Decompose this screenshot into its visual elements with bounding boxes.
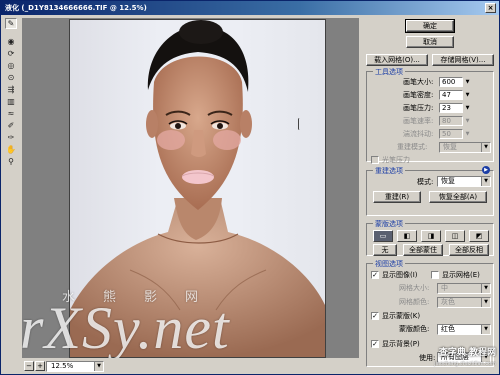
- forward-warp-icon[interactable]: ✎: [5, 18, 17, 29]
- brush-density-label: 画笔密度:: [403, 91, 434, 99]
- options-panel: 确定 取消 载入网格(O)... 存储网格(V)... 工具选项 画笔大小: 6…: [362, 18, 498, 374]
- zoom-in-button[interactable]: +: [35, 361, 45, 371]
- chevron-down-icon: ▼: [481, 353, 490, 362]
- bloat-icon[interactable]: ⊙: [5, 72, 17, 83]
- chevron-down-icon: ▼: [481, 325, 490, 334]
- mask-invert-icon[interactable]: ◩: [469, 230, 489, 242]
- panel-menu-icon[interactable]: ▶: [482, 166, 490, 174]
- cancel-button[interactable]: 取消: [406, 36, 454, 48]
- mask-replace-icon[interactable]: ▭: [373, 230, 393, 242]
- thaw-mask-icon[interactable]: ✑: [5, 132, 17, 143]
- group-title: 重建选项: [373, 167, 405, 175]
- reconstruct-icon[interactable]: ◉: [5, 36, 17, 47]
- chevron-down-icon[interactable]: ▼: [464, 90, 471, 100]
- mask-color-label: 蒙版颜色:: [399, 325, 430, 333]
- brush-pressure-label: 画笔压力:: [403, 104, 434, 112]
- group-title: 工具选项: [373, 68, 405, 76]
- show-backdrop-label: 显示背景(P): [382, 340, 420, 348]
- invert-all-button[interactable]: 全部反相: [449, 244, 489, 256]
- mask-intersect-icon[interactable]: ◫: [445, 230, 465, 242]
- select-value: 恢复: [441, 177, 455, 185]
- brush-rate-label: 画笔速率:: [403, 117, 434, 125]
- view-options-group: 视图选项 ✓ 显示图像(I) 显示网格(E) 网格大小: 中 ▼ 网格颜色: 灰色…: [366, 260, 494, 367]
- select-value: 恢复: [443, 143, 457, 151]
- window-title: 液化 (_D1Y8134666666.TIF @ 12.5%): [5, 4, 147, 12]
- tool-palette: ✎ ◉ ⟳ ◎ ⊙ ⇶ ▥ ≈ ✐ ✑ ✋ ⚲: [2, 16, 20, 356]
- brush-pressure-field[interactable]: 23: [439, 103, 463, 113]
- restore-all-button[interactable]: 恢复全部(A): [429, 191, 487, 203]
- mask-color-select[interactable]: 红色 ▼: [437, 324, 491, 335]
- select-value: 灰色: [441, 298, 455, 306]
- brush-size-field[interactable]: 600: [439, 77, 463, 87]
- zoom-level-select[interactable]: 12.5% ▼: [46, 361, 104, 372]
- hand-icon[interactable]: ✋: [5, 144, 17, 155]
- select-value: 红色: [441, 325, 455, 333]
- group-title: 视图选项: [373, 260, 405, 268]
- mesh-size-label: 网格大小:: [399, 284, 430, 292]
- turbulence-icon[interactable]: ≈: [5, 108, 17, 119]
- turbulent-jitter-field: 50: [439, 129, 463, 139]
- mode-select[interactable]: 恢复 ▼: [437, 176, 491, 187]
- mask-add-icon[interactable]: ◧: [397, 230, 417, 242]
- turbulent-jitter-label: 湍流抖动:: [403, 130, 434, 138]
- title-bar: 液化 (_D1Y8134666666.TIF @ 12.5%) ×: [1, 1, 499, 15]
- mask-none-button[interactable]: 无: [373, 244, 397, 256]
- show-mask-label: 显示蒙版(K): [382, 312, 421, 320]
- mesh-size-select: 中 ▼: [437, 283, 491, 294]
- show-image-label: 显示图像(I): [382, 271, 418, 279]
- push-left-icon[interactable]: ⇶: [5, 84, 17, 95]
- stylus-pressure-checkbox: [371, 156, 379, 164]
- chevron-down-icon: ▼: [94, 362, 103, 371]
- reconstruct-mode-select: 恢复 ▼: [439, 142, 491, 153]
- zoom-out-button[interactable]: −: [24, 361, 34, 371]
- zoom-icon[interactable]: ⚲: [5, 156, 17, 167]
- show-mesh-checkbox[interactable]: [431, 271, 439, 279]
- zoom-level-value: 12.5%: [51, 362, 74, 370]
- brush-rate-field: 80: [439, 116, 463, 126]
- ok-button[interactable]: 确定: [405, 19, 455, 33]
- mirror-icon[interactable]: ▥: [5, 96, 17, 107]
- mode-label: 模式:: [417, 178, 434, 186]
- chevron-down-icon: ▼: [465, 131, 470, 137]
- freeze-mask-icon[interactable]: ✐: [5, 120, 17, 131]
- mesh-color-select: 灰色 ▼: [437, 297, 491, 308]
- liquify-dialog: 液化 (_D1Y8134666666.TIF @ 12.5%) × ✎ ◉ ⟳ ◎ ⊙ ⇶…: [0, 0, 500, 375]
- chevron-down-icon: ▼: [481, 298, 490, 307]
- preview-canvas[interactable]: 水熊影网 rXSy.net: [22, 18, 359, 358]
- pucker-icon[interactable]: ◎: [5, 60, 17, 71]
- stylus-pressure-label: 光笔压力: [382, 156, 410, 164]
- canvas-marker: [298, 118, 301, 130]
- select-value: 所有图层: [441, 353, 469, 361]
- status-bar: − + 12.5% ▼: [22, 360, 359, 374]
- mesh-color-label: 网格颜色:: [399, 298, 430, 306]
- mask-all-button[interactable]: 全部蒙住: [403, 244, 443, 256]
- brush-size-label: 画笔大小:: [403, 78, 434, 86]
- load-mesh-button[interactable]: 载入网格(O)...: [366, 54, 428, 66]
- show-backdrop-checkbox[interactable]: ✓: [371, 340, 379, 348]
- chevron-down-icon: ▼: [481, 177, 490, 186]
- show-image-checkbox[interactable]: ✓: [371, 271, 379, 279]
- close-button[interactable]: ×: [485, 3, 496, 13]
- tool-options-group: 工具选项 画笔大小: 600 ▼ 画笔密度: 47 ▼ 画笔压力: 23 ▼ 画…: [366, 68, 494, 164]
- save-mesh-button[interactable]: 存储网格(V)...: [432, 54, 494, 66]
- reconstruct-options-group: 重建选项 ▶ 模式: 恢复 ▼ 重建(R) 恢复全部(A): [366, 166, 494, 216]
- reconstruct-mode-label: 重建模式:: [397, 143, 428, 151]
- reconstruct-button[interactable]: 重建(R): [373, 191, 421, 203]
- select-value: 中: [441, 284, 448, 292]
- show-mask-checkbox[interactable]: ✓: [371, 312, 379, 320]
- brush-density-field[interactable]: 47: [439, 90, 463, 100]
- group-title: 蒙版选项: [373, 220, 405, 228]
- chevron-down-icon[interactable]: ▼: [464, 77, 471, 87]
- backdrop-use-select[interactable]: 所有图层 ▼: [437, 352, 491, 363]
- mask-options-group: 蒙版选项 ▭ ◧ ◨ ◫ ◩ 无 全部蒙住 全部反相: [366, 220, 494, 256]
- twirl-clockwise-icon[interactable]: ⟳: [5, 48, 17, 59]
- chevron-down-icon: ▼: [465, 118, 470, 124]
- use-label: 使用:: [419, 354, 436, 362]
- chevron-down-icon[interactable]: ▼: [464, 103, 471, 113]
- chevron-down-icon: ▼: [481, 284, 490, 293]
- watermark-brand: rXSy.net: [22, 295, 230, 358]
- show-mesh-label: 显示网格(E): [442, 271, 480, 279]
- chevron-down-icon: ▼: [481, 143, 490, 152]
- mask-subtract-icon[interactable]: ◨: [421, 230, 441, 242]
